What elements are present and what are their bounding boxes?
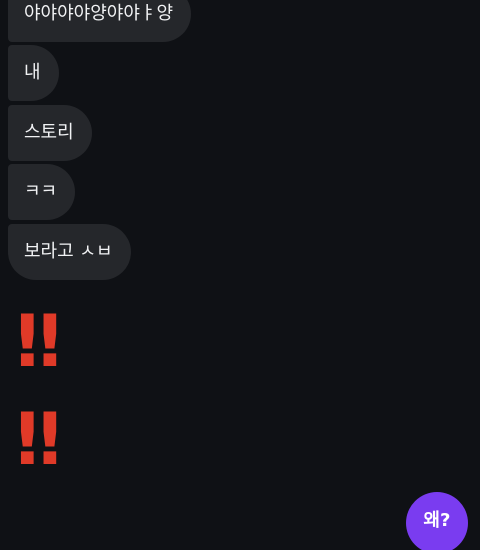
message-bubble[interactable]: 보라고 ㅅㅂ bbox=[8, 224, 131, 280]
reply-button[interactable]: 왜? bbox=[406, 492, 468, 550]
message-bubble[interactable]: 스토리 bbox=[8, 105, 92, 161]
double-exclamation-emoji[interactable]: ‼ bbox=[16, 305, 61, 377]
message-bubble[interactable]: 야야야야양야야ㅑ양 bbox=[8, 0, 192, 42]
double-exclamation-emoji[interactable]: ‼ bbox=[16, 403, 61, 475]
chat-thread: 야야야야양야야ㅑ양 내 스토리 ㅋㅋ 보라고 ㅅㅂ ‼ ‼ 왜? bbox=[0, 0, 480, 550]
message-bubble[interactable]: 내 bbox=[8, 45, 59, 101]
message-bubble[interactable]: ㅋㅋ bbox=[8, 164, 76, 220]
